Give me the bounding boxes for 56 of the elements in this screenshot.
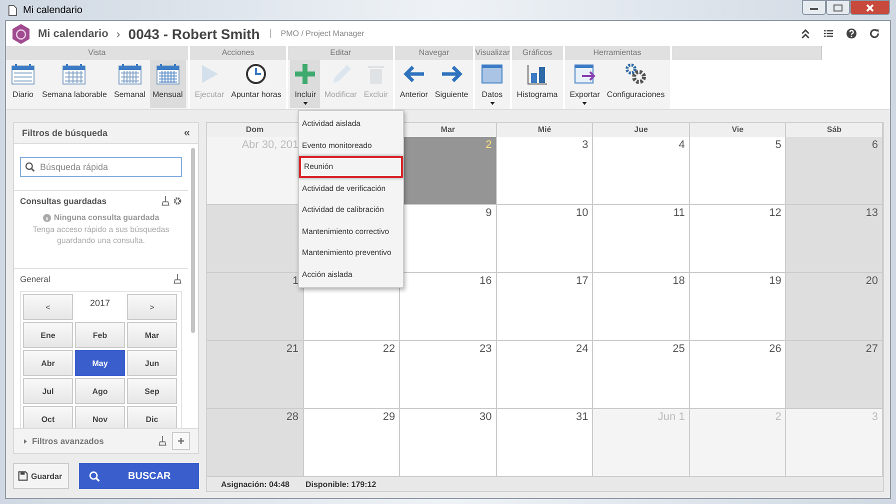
- weekday-header: Mié: [538, 125, 552, 134]
- day-number: 6: [872, 138, 879, 151]
- ribbon-group-label: Gráficos: [512, 46, 563, 60]
- panel-title: Filtros de búsqueda: [22, 128, 108, 138]
- day-number: 18: [672, 274, 686, 287]
- day-number: 1: [292, 274, 300, 287]
- empty-message: Tenga acceso rápido a sus búsquedas guardando una consulta.: [32, 224, 170, 246]
- empty-title: Ninguna consulta guardada: [54, 213, 160, 222]
- day-number: 31: [576, 410, 590, 423]
- day-number: 25: [672, 342, 686, 355]
- section-title: General: [20, 274, 50, 284]
- ribbon-group-label: Editar: [288, 46, 393, 60]
- day-number: 19: [769, 274, 782, 287]
- weekday-header: Mar: [440, 125, 456, 134]
- day-number: 24: [576, 342, 590, 355]
- day-number: 2: [775, 410, 782, 423]
- weekday-header: Sáb: [826, 125, 842, 134]
- weekday-header: Jue: [634, 125, 648, 134]
- day-number: 10: [576, 206, 590, 219]
- day-number: 17: [576, 274, 590, 287]
- day-number: 22: [382, 342, 396, 355]
- day-number: 20: [866, 274, 879, 287]
- day-number: 11: [673, 206, 686, 219]
- window-title: Mi calendario: [23, 4, 82, 16]
- day-number: 9: [486, 206, 493, 219]
- weekday-header: Dom: [246, 125, 264, 134]
- ribbon-group-label: Navegar: [394, 46, 474, 60]
- role-label: PMO / Project Manager: [280, 29, 364, 38]
- section-title: Consultas guardadas: [20, 196, 106, 206]
- day-number: 16: [479, 274, 493, 287]
- summary-text: Asignación: 04:48: [221, 480, 290, 488]
- weekday-header: Vie: [732, 125, 744, 134]
- summary-text: Disponible: 179:12: [305, 480, 376, 488]
- ribbon-group-label: Visualizar: [475, 46, 510, 60]
- breadcrumb-separator: ›: [116, 26, 120, 40]
- day-number: 3: [872, 410, 879, 423]
- day-number: 5: [775, 138, 782, 151]
- day-number: 13: [866, 206, 879, 219]
- day-number: 23: [479, 342, 493, 355]
- day-number: 4: [678, 138, 686, 151]
- record-title: 0043 - Robert Smith: [128, 26, 260, 42]
- ribbon-group-label: Herramientas: [564, 46, 670, 60]
- day-number: 27: [866, 342, 879, 355]
- day-number: 28: [286, 410, 300, 423]
- ribbon-group-label: Vista: [6, 46, 188, 60]
- day-number: 2: [486, 138, 493, 151]
- day-number: 26: [769, 342, 782, 355]
- day-number: Jun 1: [658, 410, 686, 423]
- day-number: 21: [286, 342, 300, 355]
- year-label: 2017: [88, 297, 112, 310]
- day-number: Abr 30, 201: [242, 138, 300, 151]
- day-number: 30: [479, 410, 493, 423]
- ribbon-group-label: Acciones: [190, 46, 286, 60]
- day-number: 12: [769, 206, 782, 219]
- day-number: 29: [382, 410, 396, 423]
- day-number: 3: [582, 138, 590, 151]
